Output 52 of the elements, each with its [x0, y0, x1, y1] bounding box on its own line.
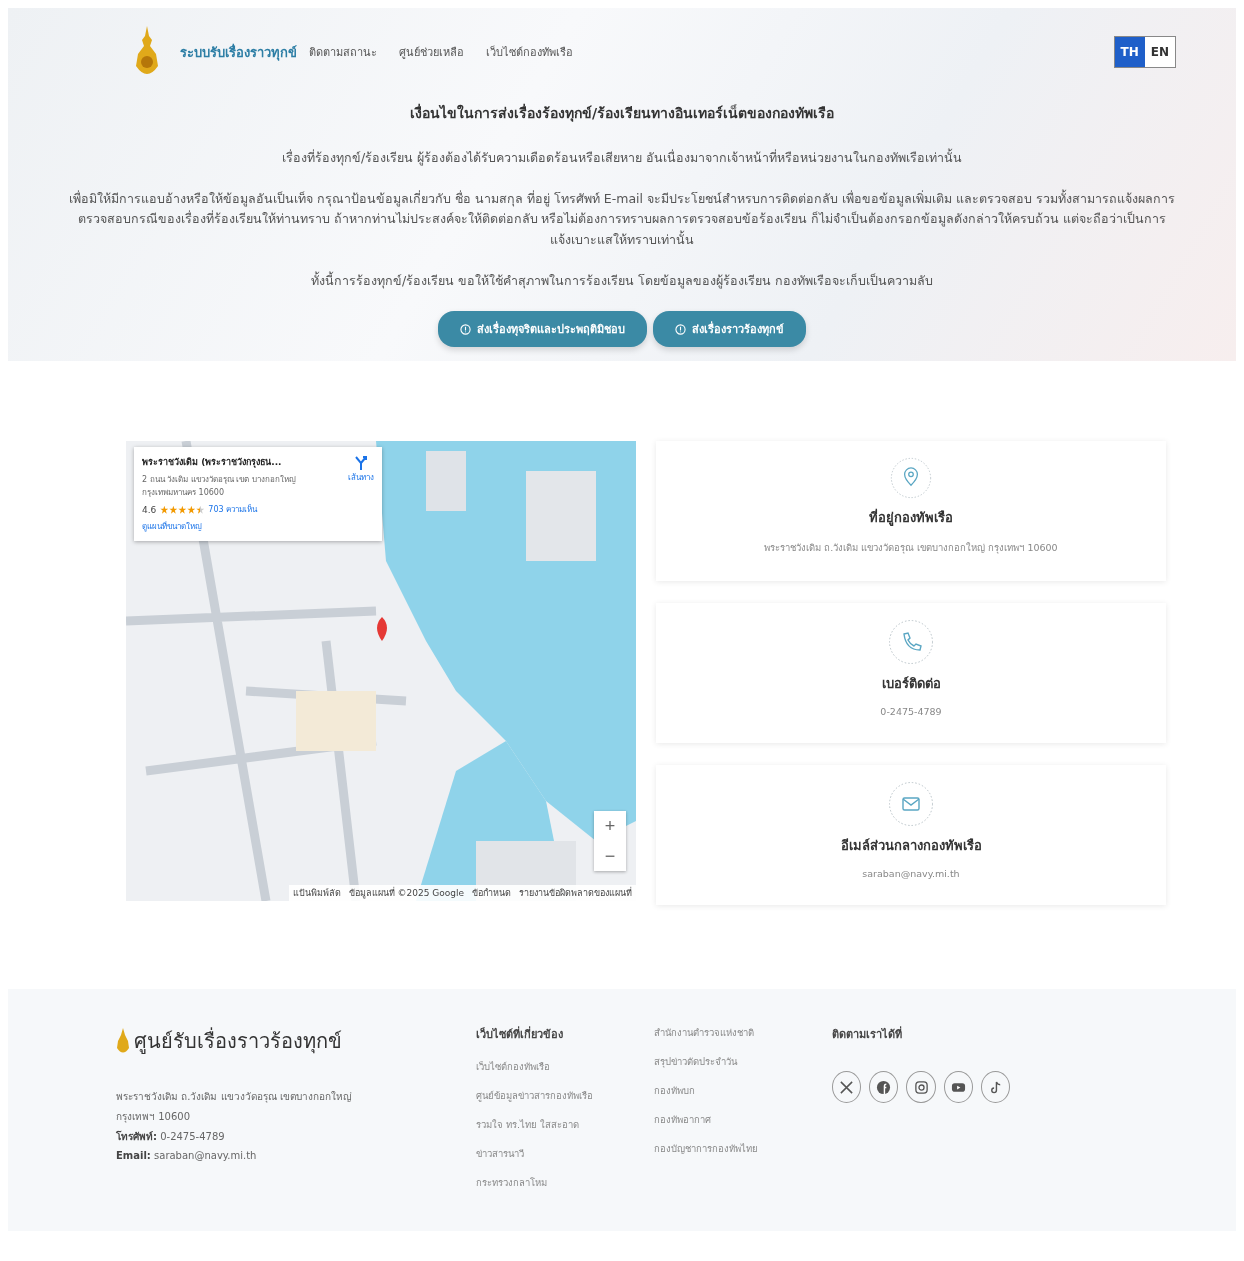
submit-complaint-button[interactable]: ส่งเรื่องทุจริตและประพฤติมิชอบ — [438, 311, 647, 348]
footer-link[interactable]: ศูนย์ข้อมูลข่าวสารกองทัพเรือ — [476, 1088, 654, 1104]
nav-link[interactable]: ศูนย์ช่วยเหลือ — [399, 43, 464, 61]
envelope-icon — [888, 781, 934, 828]
contact-title: เบอร์ติดต่อ — [881, 675, 941, 694]
conditions-title: เงื่อนไขในการส่งเรื่องร้องทุกข์/ร้องเรียนทางอินเทอร์เน็ตของกองทัพเรือ — [408, 102, 836, 124]
place-rating: 4.6 — [142, 504, 157, 515]
larger-map-link[interactable]: ดูแผนที่ขนาดใหญ่ — [142, 520, 342, 534]
reviews-link[interactable]: 703 ความเห็น — [208, 503, 258, 517]
info-icon — [675, 323, 686, 335]
footer-brand: ศูนย์รับเรื่องราวร้องทุกข์ — [134, 1026, 342, 1056]
directions-link[interactable]: เส้นทาง — [348, 455, 374, 534]
footer-heading: ติดตามเราได้ที่ — [832, 1025, 903, 1044]
footer-link[interactable]: กระทรวงกลาโหม — [476, 1175, 654, 1191]
contact-value: พระราชวังเดิม ถ.วังเดิม แขวงวัดอรุณ เขตบางกอกใหญ่ กรุงเทพฯ 10600 — [764, 541, 1058, 556]
footer-link[interactable]: รวมใจ ทร.ไทย ใสสะอาด — [476, 1117, 654, 1133]
footer-link[interactable]: สำนักงานตำรวจแห่งชาติ — [654, 1025, 832, 1041]
location-pin-icon — [888, 457, 934, 500]
footer-heading: เว็บไซต์ที่เกี่ยวข้อง — [476, 1025, 564, 1044]
submit-complaint-button[interactable]: ส่งเรื่องราวร้องทุกข์ — [653, 311, 806, 348]
footer-email: Email: saraban@navy.mi.th — [116, 1150, 258, 1162]
place-title: พระราชวังเดิม (พระราชวังกรุงธน... — [142, 456, 283, 470]
language-toggle[interactable]: TH — [1114, 37, 1145, 67]
directions-icon — [353, 455, 369, 472]
conditions-paragraph: เพื่อมิให้มีการแอบอ้างหรือให้ข้อมูลอันเป็นเท็จ กรุณาป้อนข้อมูลเกี่ยวกับ ชื่อ นามสกุล ที่อยู่ โทรศัพท์ E-mail จะมีประโยชน์สำหรบการติดต่อกลับ เพื่อขอข้อมูลเพิ่มเติม และตรวจสอบ รวมทั้งสามารถแจ้งผลการตรวจสอบกรณีของเรื่องที่ร้องเรียนให้ท่านทราบ ถ้าหากท่านไม่ประสงค์จะให้ติดต่อกลับ หรือไม่ต้องการทราบผลการตรวจสอบข้อร้องเรียน ก็ไม่จำเป็นต้องกรอกข้อมูลดังกล่าวให้ครบถ้วน แต่จะถือว่าเป็นการแจ้งเบาะแสให้ทราบเท่านั้น — [68, 188, 1176, 249]
contact-title: ที่อยู่กองทัพเรือ — [869, 507, 953, 528]
zoom-out-button[interactable]: − — [594, 841, 626, 872]
nav-link[interactable]: เว็บไซต์กองทัพเรือ — [486, 43, 573, 61]
place-address: 2 ถนน วังเดิม แขวงวัดอรุณ เขต บางกอกใหญ่ กรุงเทพมหานคร 10600 — [142, 474, 297, 500]
footer-phone: โทรศัพท์: 0-2475-4789 — [116, 1130, 226, 1145]
footer-link[interactable]: เว็บไซต์กองทัพเรือ — [476, 1059, 654, 1075]
contact-value: 0-2475-4789 — [880, 706, 942, 718]
footer-link[interactable]: กองบัญชาการกองทัพไทย — [654, 1141, 832, 1157]
contact-title: อีเมล์ส่วนกลางกองทัพเรือ — [840, 837, 982, 856]
conditions-paragraph: ทั้งนี้การร้องทุกข์/ร้องเรียน ขอให้ใช้คำสุภาพในการร้องเรียน โดยข้อมูลของผู้ร้องเรียน กองทัพเรือจะเก็บเป็นความลับ — [309, 270, 935, 291]
info-icon — [460, 323, 471, 335]
map-attribution-link[interactable]: ข้อมูลแผนที่ ©2025 Google — [348, 886, 464, 901]
footer-link[interactable]: สรุปข่าวตัดประจำวัน — [654, 1054, 832, 1070]
map-attribution-link[interactable]: แป้นพิมพ์ลัด — [292, 886, 341, 901]
site-brand[interactable]: ระบบรับเรื่องราวทุกข์ — [180, 41, 297, 63]
language-toggle[interactable]: EN — [1144, 37, 1175, 67]
contact-value: saraban@navy.mi.th — [862, 868, 960, 880]
footer-link[interactable]: ข่าวสารนาวี — [476, 1146, 654, 1162]
zoom-in-button[interactable]: + — [594, 811, 626, 842]
footer-address: พระราชวังเดิม ถ.วังเดิม แขวงวัดอรุณ เขตบางกอกใหญ่ กรุงเทพฯ 10600 — [116, 1090, 353, 1125]
nav-link[interactable]: ติดตามสถานะ — [309, 43, 377, 61]
map-attribution-link[interactable]: ข้อกำหนด — [472, 886, 511, 901]
map-attribution-link[interactable]: รายงานข้อผิดพลาดของแผนที่ — [519, 886, 632, 901]
phone-icon — [888, 619, 934, 666]
footer-link[interactable]: กองทัพอากาศ — [654, 1112, 832, 1128]
conditions-paragraph: เรื่องที่ร้องทุกข์/ร้องเรียน ผู้ร้องต้องได้รับความเดือดร้อนหรือเสียหาย อันเนื่องมาจากเจ้าหน้าที่หรือหน่วยงานในกองทัพเรือเท่านั้น — [280, 148, 964, 168]
footer-link[interactable]: กองทัพบก — [654, 1083, 832, 1099]
